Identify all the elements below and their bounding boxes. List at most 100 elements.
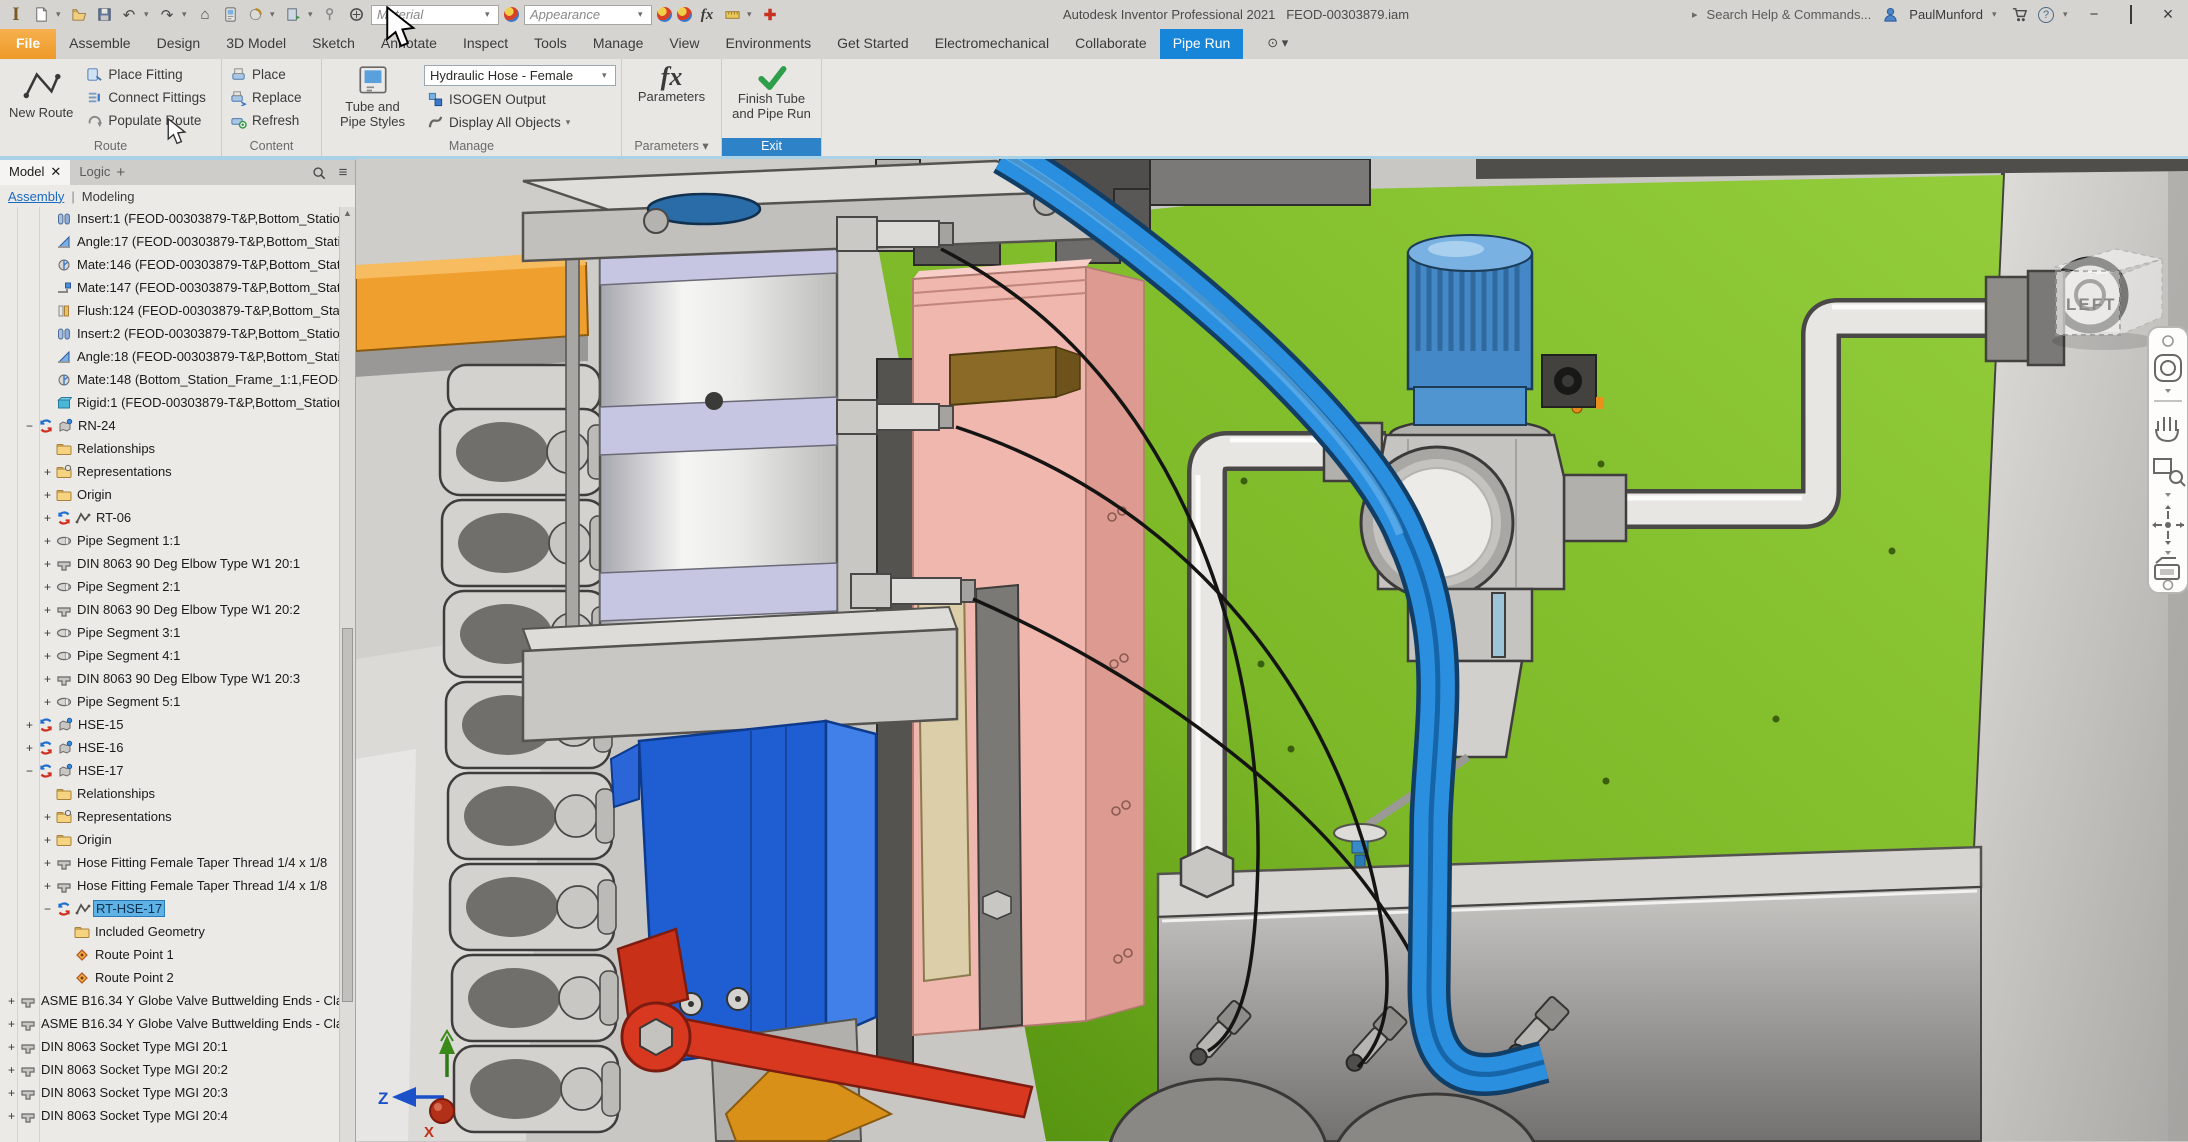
expander-icon[interactable]: +	[42, 879, 53, 893]
ribbon-tab-assemble[interactable]: Assemble	[56, 29, 143, 59]
tree-item-din-8063-90-deg-elbow-type-w1-20-3[interactable]: +DIN 8063 90 Deg Elbow Type W1 20:3	[0, 667, 339, 690]
new-route-button[interactable]: New Route	[5, 61, 77, 138]
expander-icon[interactable]: +	[42, 511, 53, 525]
ribbon-tab-view[interactable]: View	[656, 29, 712, 59]
update-icon[interactable]	[283, 5, 303, 25]
orange-beam[interactable]	[356, 251, 588, 377]
ribbon-tab-manage[interactable]: Manage	[580, 29, 657, 59]
tab-logic[interactable]: Logic+	[70, 160, 134, 185]
caret-icon[interactable]: ▾	[56, 9, 64, 20]
iproperties-icon[interactable]	[220, 5, 240, 25]
expander-icon[interactable]: +	[6, 1063, 17, 1077]
tree-item-din-8063-socket-type-mgi-20-2[interactable]: +DIN 8063 Socket Type MGI 20:2	[0, 1058, 339, 1081]
tree-item-relationships[interactable]: Relationships	[0, 437, 339, 460]
expander-icon[interactable]: +	[42, 672, 53, 686]
tree-item-asme-b16-34-y-globe-valve-buttwelding-en[interactable]: +ASME B16.34 Y Globe Valve Buttwelding E…	[0, 1012, 339, 1035]
tree-item-rigid-1-feod-00303879-t-p-bottom-station[interactable]: Rigid:1 (FEOD-00303879-T&P,Bottom_Statio…	[0, 391, 339, 414]
tree-item-pipe-segment-4-1[interactable]: +Pipe Segment 4:1	[0, 644, 339, 667]
appearance-select[interactable]: Appearance▾	[524, 5, 652, 25]
browser-scrollbar[interactable]: ▲	[339, 207, 355, 1142]
caret-icon[interactable]: ▾	[144, 9, 152, 20]
expander-icon[interactable]: +	[42, 856, 53, 870]
collapse-search-icon[interactable]: ▸	[1692, 8, 1698, 21]
tab-model[interactable]: Model✕	[0, 160, 70, 185]
gray-rail[interactable]	[976, 585, 1022, 1029]
expander-icon[interactable]: +	[42, 465, 53, 479]
exit-panel-title[interactable]: Exit	[722, 138, 821, 156]
finish-tube-pipe-run-button[interactable]: Finish Tube and Pipe Run	[727, 61, 816, 138]
adjust-appearance-icon[interactable]	[657, 7, 672, 22]
caret-icon[interactable]: ▾	[308, 9, 316, 20]
filter-modeling[interactable]: Modeling	[82, 189, 135, 204]
viewport-3d-scene[interactable]: Z X LEFT	[356, 159, 2188, 1142]
content-panel-title[interactable]: Content	[227, 138, 316, 156]
tree-item-din-8063-socket-type-mgi-20-1[interactable]: +DIN 8063 Socket Type MGI 20:1	[0, 1035, 339, 1058]
caret-icon[interactable]: ▾	[747, 9, 755, 20]
browser-menu-icon[interactable]: ≡	[331, 160, 355, 185]
tree-item-hse-15[interactable]: +HSE-15	[0, 713, 339, 736]
parameters-panel-title[interactable]: Parameters ▾	[627, 138, 716, 156]
tube-pipe-style-select[interactable]: Hydraulic Hose - Female▾	[424, 65, 616, 86]
sketch-icon[interactable]	[245, 5, 265, 25]
caret-icon[interactable]: ▾	[1992, 9, 2000, 20]
tree-item-rt-hse-17[interactable]: −RT-HSE-17	[0, 897, 339, 920]
populate-route-button[interactable]: Populate Route	[83, 109, 209, 131]
tree-item-din-8063-90-deg-elbow-type-w1-20-1[interactable]: +DIN 8063 90 Deg Elbow Type W1 20:1	[0, 552, 339, 575]
expander-icon[interactable]: +	[6, 1109, 17, 1123]
home-icon[interactable]: ⌂	[195, 5, 215, 25]
ribbon-tab-sketch[interactable]: Sketch	[299, 29, 368, 59]
tree-item-pipe-segment-1-1[interactable]: +Pipe Segment 1:1	[0, 529, 339, 552]
expander-icon[interactable]: +	[42, 603, 53, 617]
user-name[interactable]: PaulMunford	[1909, 7, 1983, 22]
replace-content-button[interactable]: Replace	[227, 86, 305, 108]
measure-icon[interactable]	[321, 5, 341, 25]
tree-item-rt-06[interactable]: +RT-06	[0, 506, 339, 529]
expander-icon[interactable]: +	[42, 810, 53, 824]
ribbon-display-options-icon[interactable]: ⊙ ▾	[1267, 29, 1288, 59]
tree-item-insert-2-feod-00303879-t-p-bottom-statio[interactable]: Insert:2 (FEOD-00303879-T&P,Bottom_Stati…	[0, 322, 339, 345]
expander-icon[interactable]: −	[24, 764, 35, 778]
close-button[interactable]: ×	[2154, 4, 2182, 25]
display-all-objects-button[interactable]: Display All Objects▾	[424, 111, 616, 133]
expander-icon[interactable]: +	[42, 695, 53, 709]
tree-item-din-8063-socket-type-mgi-20-4[interactable]: +DIN 8063 Socket Type MGI 20:4	[0, 1104, 339, 1127]
new-file-icon[interactable]	[31, 5, 51, 25]
open-icon[interactable]	[69, 5, 89, 25]
expander-icon[interactable]: +	[6, 1040, 17, 1054]
tree-item-mate-146-feod-00303879-t-p-bottom-statio[interactable]: Mate:146 (FEOD-00303879-T&P,Bottom_Stati…	[0, 253, 339, 276]
material-sphere-icon[interactable]	[504, 7, 519, 22]
tree-item-pipe-segment-2-1[interactable]: +Pipe Segment 2:1	[0, 575, 339, 598]
expander-icon[interactable]: +	[24, 718, 35, 732]
filter-assembly[interactable]: Assembly	[8, 189, 64, 204]
tree-item-mate-148-bottom-station-frame-1-1-feod-0[interactable]: Mate:148 (Bottom_Station_Frame_1:1,FEOD-…	[0, 368, 339, 391]
tree-item-angle-17-feod-00303879-t-p-bottom-statio[interactable]: Angle:17 (FEOD-00303879-T&P,Bottom_Stati…	[0, 230, 339, 253]
isogen-output-button[interactable]: ISOGEN Output	[424, 88, 616, 110]
clear-appearance-icon[interactable]	[677, 7, 692, 22]
tree-item-origin[interactable]: +Origin	[0, 483, 339, 506]
ribbon-tab-collaborate[interactable]: Collaborate	[1062, 29, 1160, 59]
tree-item-pipe-segment-3-1[interactable]: +Pipe Segment 3:1	[0, 621, 339, 644]
ribbon-tab-file[interactable]: File	[0, 29, 56, 59]
add-icon[interactable]: ✚	[760, 5, 780, 25]
expander-icon[interactable]: −	[42, 902, 53, 916]
expander-icon[interactable]: +	[42, 833, 53, 847]
tree-item-hse-16[interactable]: +HSE-16	[0, 736, 339, 759]
expander-icon[interactable]: +	[42, 649, 53, 663]
ribbon-tab-inspect[interactable]: Inspect	[450, 29, 521, 59]
tree-item-din-8063-90-deg-elbow-type-w1-20-2[interactable]: +DIN 8063 90 Deg Elbow Type W1 20:2	[0, 598, 339, 621]
ribbon-tab-get-started[interactable]: Get Started	[824, 29, 922, 59]
close-icon[interactable]: ✕	[50, 164, 61, 185]
ribbon-tab-pipe-run[interactable]: Pipe Run	[1160, 29, 1244, 59]
refresh-content-button[interactable]: Refresh	[227, 109, 305, 131]
tree-item-representations[interactable]: +Representations	[0, 805, 339, 828]
ribbon-tab-electromechanical[interactable]: Electromechanical	[922, 29, 1062, 59]
place-content-button[interactable]: Place	[227, 63, 305, 85]
expander-icon[interactable]: +	[42, 488, 53, 502]
tree-item-route-point-2[interactable]: Route Point 2	[0, 966, 339, 989]
store-cart-icon[interactable]	[2009, 5, 2029, 25]
minimize-button[interactable]: −	[2080, 6, 2108, 23]
connect-fittings-button[interactable]: Connect Fittings	[83, 86, 209, 108]
tree-item-hose-fitting-female-taper-thread-1-4-x-1[interactable]: +Hose Fitting Female Taper Thread 1/4 x …	[0, 874, 339, 897]
parameters-fx-icon[interactable]: fx	[697, 5, 717, 25]
expander-icon[interactable]: +	[6, 1086, 17, 1100]
